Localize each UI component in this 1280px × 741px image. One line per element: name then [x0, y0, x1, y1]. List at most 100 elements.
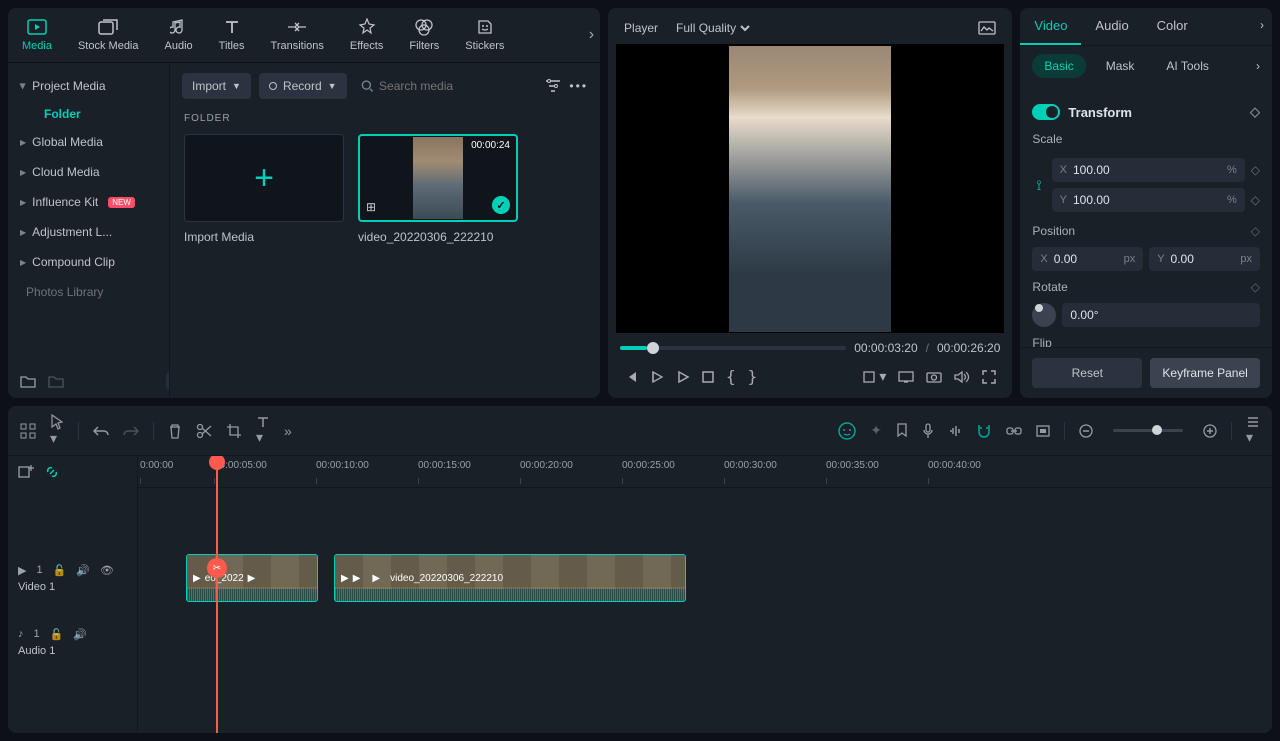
- snapshot-compare-icon[interactable]: [978, 21, 996, 35]
- subtabs-more-icon[interactable]: ›: [1256, 59, 1260, 73]
- sparkle-icon[interactable]: ✦: [870, 422, 882, 439]
- rotate-input[interactable]: [1062, 303, 1260, 327]
- tab-stickers[interactable]: Stickers: [459, 14, 510, 56]
- volume-icon[interactable]: [954, 370, 970, 384]
- subtab-mask[interactable]: Mask: [1094, 54, 1147, 78]
- subtab-basic[interactable]: Basic: [1032, 54, 1085, 78]
- lock-icon[interactable]: 🔓: [50, 628, 64, 641]
- tab-titles[interactable]: Titles: [213, 14, 251, 56]
- cursor-icon[interactable]: ▾: [50, 414, 64, 447]
- import-button[interactable]: Import▼: [182, 73, 251, 99]
- keyframe-panel-button[interactable]: Keyframe Panel: [1150, 358, 1260, 388]
- keyframe-icon[interactable]: ◇: [1251, 224, 1260, 238]
- ai-icon[interactable]: [838, 422, 856, 440]
- video-track-lane[interactable]: ▶eo_2022▶ ▶▶▶video_20220306_222210: [138, 546, 1272, 610]
- tab-audio[interactable]: Audio: [159, 14, 199, 56]
- fullscreen-icon[interactable]: [982, 370, 996, 384]
- mute-icon[interactable]: 🔊: [76, 564, 90, 577]
- link-icon[interactable]: [1006, 425, 1022, 437]
- scale-y-input[interactable]: Y%: [1052, 188, 1245, 212]
- play-icon[interactable]: [676, 370, 690, 384]
- tab-stock-media[interactable]: Stock Media: [72, 14, 145, 56]
- sidebar-item-photos[interactable]: Photos Library: [8, 277, 169, 307]
- audio-track-head[interactable]: ♪1🔓🔊 Audio 1: [8, 610, 137, 674]
- play-pause-icon[interactable]: [650, 370, 664, 384]
- inspector-more-icon[interactable]: ›: [1252, 8, 1272, 45]
- sidebar-item-adjustment[interactable]: ▶Adjustment L...: [8, 217, 169, 247]
- tab-video[interactable]: Video: [1020, 8, 1081, 45]
- magnet-icon[interactable]: [976, 423, 992, 439]
- zoom-in-icon[interactable]: [1203, 424, 1217, 438]
- playhead-scissors-icon[interactable]: ✂: [207, 558, 227, 578]
- tab-audio-inspect[interactable]: Audio: [1081, 8, 1142, 45]
- undo-icon[interactable]: [93, 425, 109, 437]
- timeline-ruler[interactable]: 0:00:00 00:00:05:00 00:00:10:00 00:00:15…: [138, 456, 1272, 488]
- delete-icon[interactable]: [168, 423, 182, 439]
- mark-out-icon[interactable]: }: [748, 367, 758, 386]
- marker-icon[interactable]: [896, 423, 908, 439]
- sidebar-item-compound[interactable]: ▶Compound Clip: [8, 247, 169, 277]
- preview-viewport[interactable]: [616, 44, 1004, 333]
- scrub-handle[interactable]: [647, 342, 659, 354]
- mark-in-icon[interactable]: {: [726, 367, 736, 386]
- sidebar-item-folder[interactable]: Folder: [8, 101, 169, 127]
- sidebar-item-influence-kit[interactable]: ▶Influence KitNEW: [8, 187, 169, 217]
- subtab-ai-tools[interactable]: AI Tools: [1154, 54, 1220, 78]
- sidebar-item-global-media[interactable]: ▶Global Media: [8, 127, 169, 157]
- display-icon[interactable]: [898, 371, 914, 383]
- timeline-clip-2[interactable]: ▶▶▶video_20220306_222210: [334, 554, 686, 602]
- video-track-head[interactable]: ▶1🔓🔊👁 Video 1: [8, 546, 137, 610]
- scrub-bar[interactable]: [620, 346, 846, 350]
- track-link-icon[interactable]: [44, 464, 60, 480]
- filter-icon[interactable]: [545, 79, 561, 93]
- stop-icon[interactable]: [702, 371, 714, 383]
- zoom-slider[interactable]: [1113, 429, 1183, 432]
- import-media-tile[interactable]: + Import Media: [184, 134, 344, 244]
- tab-color[interactable]: Color: [1143, 8, 1202, 45]
- tab-effects[interactable]: Effects: [344, 14, 389, 56]
- more-tools-icon[interactable]: »: [284, 423, 292, 439]
- reset-button[interactable]: Reset: [1032, 358, 1142, 388]
- position-x-input[interactable]: Xpx: [1032, 247, 1143, 271]
- text-icon[interactable]: ▾: [256, 415, 270, 446]
- scale-x-input[interactable]: X%: [1052, 158, 1245, 182]
- redo-icon[interactable]: [123, 425, 139, 437]
- aspect-dropdown-icon[interactable]: ▾: [863, 368, 886, 385]
- mute-icon[interactable]: 🔊: [73, 628, 87, 641]
- snapshot-icon[interactable]: [926, 371, 942, 383]
- keyframe-icon[interactable]: ◇: [1250, 104, 1260, 120]
- prev-frame-icon[interactable]: [624, 370, 638, 384]
- keyframe-icon[interactable]: ◇: [1251, 193, 1260, 207]
- grid-icon[interactable]: [20, 423, 36, 439]
- eye-icon[interactable]: 👁: [100, 564, 114, 577]
- sidebar-item-cloud-media[interactable]: ▶Cloud Media: [8, 157, 169, 187]
- search-input[interactable]: [355, 73, 538, 99]
- lock-icon[interactable]: 🔓: [53, 564, 67, 577]
- playhead[interactable]: ✂: [216, 456, 218, 733]
- keyframe-icon[interactable]: ◇: [1251, 280, 1260, 294]
- timeline-clip-1[interactable]: ▶eo_2022▶: [186, 554, 318, 602]
- lock-icon[interactable]: ⟟: [1032, 177, 1045, 194]
- mic-icon[interactable]: [922, 423, 934, 439]
- more-icon[interactable]: •••: [569, 79, 588, 93]
- quality-select[interactable]: Full Quality: [672, 20, 753, 36]
- zoom-out-icon[interactable]: [1079, 424, 1093, 438]
- tabs-more-icon[interactable]: ›: [589, 26, 594, 44]
- keyframe-icon[interactable]: ◇: [1251, 163, 1260, 177]
- transform-toggle[interactable]: [1032, 104, 1060, 120]
- crop-icon[interactable]: [226, 423, 242, 439]
- mask-icon[interactable]: [1036, 425, 1050, 437]
- sidebar-item-project-media[interactable]: ▶Project Media: [8, 71, 169, 101]
- scissors-icon[interactable]: [196, 423, 212, 439]
- position-y-input[interactable]: Ypx: [1149, 247, 1260, 271]
- record-button[interactable]: Record▼: [259, 73, 347, 99]
- new-folder-plus-icon[interactable]: [48, 374, 64, 388]
- track-add-icon[interactable]: [18, 464, 34, 480]
- audio-levels-icon[interactable]: [948, 424, 962, 438]
- tab-filters[interactable]: Filters: [403, 14, 445, 56]
- new-folder-icon[interactable]: [20, 374, 36, 388]
- tab-media[interactable]: Media: [16, 14, 58, 56]
- tab-transitions[interactable]: Transitions: [265, 14, 330, 56]
- media-clip-tile[interactable]: 00:00:24 ⊞ ✓ video_20220306_222210: [358, 134, 518, 244]
- track-height-icon[interactable]: ▾: [1246, 415, 1260, 446]
